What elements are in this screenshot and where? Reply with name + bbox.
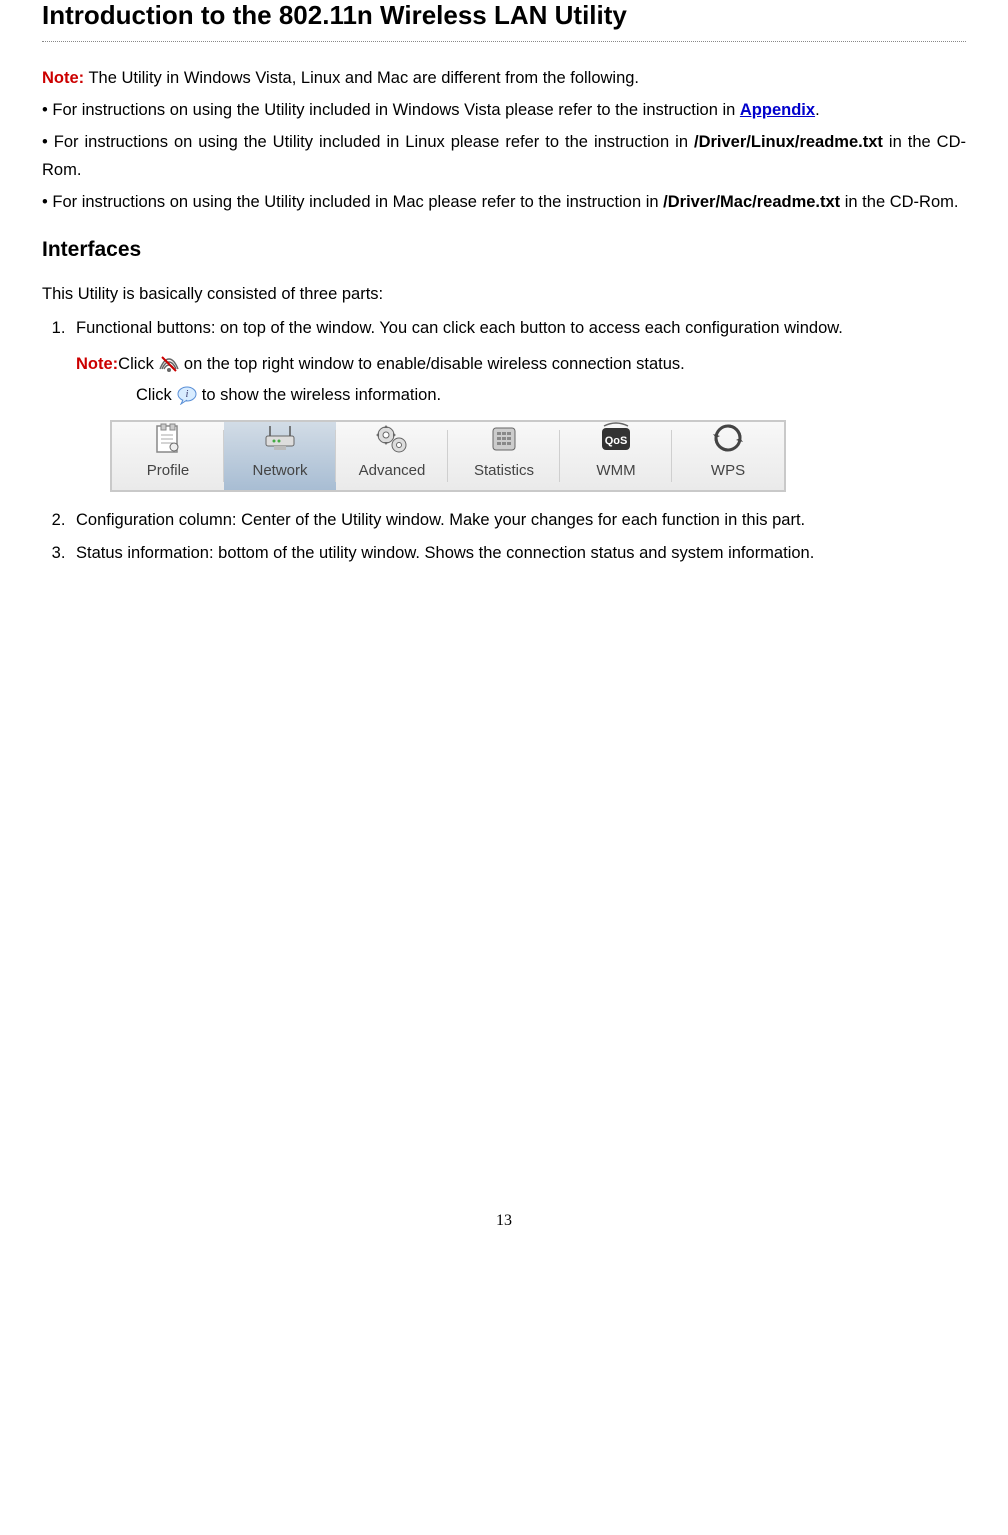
list-item-2-body: Configuration column: Center of the Util…	[76, 506, 966, 535]
bullet-vista: • For instructions on using the Utility …	[42, 96, 966, 124]
note-click-text: Click	[118, 349, 154, 380]
bullet-vista-suffix: .	[815, 101, 820, 119]
toolbar-profile-label: Profile	[147, 458, 190, 484]
list-item-1: Functional buttons: on top of the window…	[70, 314, 966, 502]
note-line2-suffix: to show the wireless information.	[202, 380, 441, 411]
bullet-mac-prefix: • For instructions on using the Utility …	[42, 193, 663, 211]
toolbar-advanced-label: Advanced	[359, 458, 426, 484]
linux-path: /Driver/Linux/readme.txt	[694, 133, 883, 151]
inner-note-label: Note:	[76, 349, 118, 380]
interfaces-heading: Interfaces	[42, 238, 966, 262]
bullet-mac-suffix: in the CD-Rom.	[840, 193, 958, 211]
toolbar-network-label: Network	[252, 458, 307, 484]
note-intro-text: The Utility in Windows Vista, Linux and …	[84, 69, 639, 87]
list-item-2: Configuration column: Center of the Util…	[70, 506, 966, 535]
info-bubble-icon: i	[176, 385, 198, 405]
network-icon	[256, 422, 304, 456]
page-number: 13	[42, 572, 966, 1230]
toolbar-network-button[interactable]: Network	[224, 422, 336, 490]
toolbar-wmm-label: WMM	[596, 458, 635, 484]
advanced-icon	[373, 422, 411, 456]
profile-icon	[151, 422, 185, 456]
note-line-1: Note: Click on the top right window to e…	[76, 349, 966, 380]
radio-signal-off-icon	[158, 353, 180, 375]
horizontal-rule	[42, 41, 966, 42]
note-line-2: Click i to show the wireless information…	[76, 380, 966, 411]
page-title: Introduction to the 802.11n Wireless LAN…	[42, 0, 966, 31]
bullet-linux-prefix: • For instructions on using the Utility …	[42, 133, 694, 151]
list-item-3-body: Status information: bottom of the utilit…	[76, 539, 966, 568]
bullet-vista-prefix: • For instructions on using the Utility …	[42, 101, 740, 119]
wmm-icon: QoS	[598, 422, 634, 456]
bullet-mac: • For instructions on using the Utility …	[42, 188, 966, 216]
toolbar-wps-label: WPS	[711, 458, 745, 484]
interfaces-list: Functional buttons: on top of the window…	[42, 314, 966, 568]
svg-text:QoS: QoS	[605, 435, 628, 447]
mac-path: /Driver/Mac/readme.txt	[663, 193, 840, 211]
list-item-3: Status information: bottom of the utilit…	[70, 539, 966, 568]
bullet-linux: • For instructions on using the Utility …	[42, 128, 966, 184]
list-item-1-note: Note: Click on the top right window to e…	[76, 349, 966, 410]
toolbar-advanced-button[interactable]: Advanced	[336, 422, 448, 490]
wps-icon	[711, 422, 745, 456]
statistics-icon	[487, 422, 521, 456]
toolbar-screenshot: Profile Network	[110, 420, 786, 492]
note-intro-paragraph: Note: The Utility in Windows Vista, Linu…	[42, 64, 966, 92]
note-line2-prefix: Click	[136, 380, 172, 411]
toolbar-statistics-label: Statistics	[474, 458, 534, 484]
list-item-1-body: Functional buttons: on top of the window…	[76, 314, 966, 343]
note-label: Note:	[42, 69, 84, 87]
toolbar-profile-button[interactable]: Profile	[112, 422, 224, 490]
svg-text:i: i	[185, 389, 188, 400]
appendix-link[interactable]: Appendix	[740, 101, 815, 119]
toolbar-statistics-button[interactable]: Statistics	[448, 422, 560, 490]
interfaces-intro: This Utility is basically consisted of t…	[42, 280, 966, 308]
toolbar-wps-button[interactable]: WPS	[672, 422, 784, 490]
toolbar-wmm-button[interactable]: QoS WMM	[560, 422, 672, 490]
note-line1-suffix: on the top right window to enable/disabl…	[184, 349, 685, 380]
